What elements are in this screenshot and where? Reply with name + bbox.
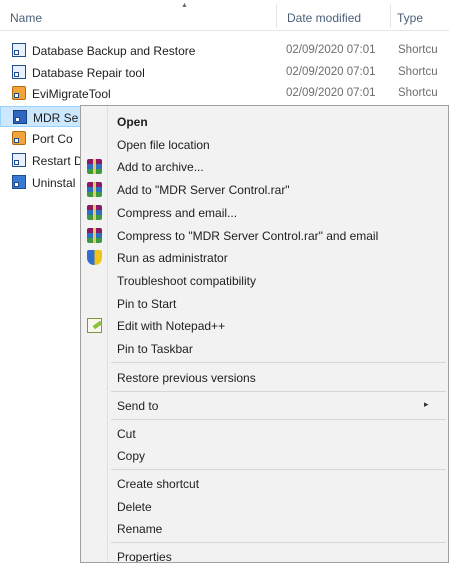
file-name: MDR Se [33, 111, 79, 125]
menu-item-label: Restore previous versions [117, 371, 256, 385]
file-type: Shortcu [398, 44, 438, 56]
menu-item-pin-to-start[interactable]: Pin to Start [81, 293, 448, 314]
app-shortcut-icon [12, 86, 26, 100]
uac-shield-icon [87, 250, 102, 265]
menu-item-open-file-location[interactable]: Open file location [81, 134, 448, 155]
menu-item-label: Add to "MDR Server Control.rar" [117, 183, 290, 197]
notepad-plus-plus-icon [87, 318, 102, 333]
menu-separator [111, 469, 446, 470]
menu-item-label: Create shortcut [117, 477, 200, 491]
menu-item-compress-and-email[interactable]: Compress and email... [81, 202, 448, 223]
menu-item-troubleshoot-compatibility[interactable]: Troubleshoot compatibility [81, 270, 448, 291]
menu-item-label: Compress to "MDR Server Control.rar" and… [117, 229, 379, 243]
shortcut-icon [12, 43, 26, 57]
menu-item-rename[interactable]: Rename [81, 518, 448, 539]
menu-item-send-to[interactable]: Send to ▸ [81, 395, 448, 416]
menu-item-label: Send to [117, 399, 159, 413]
file-row[interactable]: Database Backup and Restore 02/09/2020 0… [0, 40, 449, 61]
file-name: Restart D [32, 154, 83, 168]
column-header-name[interactable]: Name [10, 11, 42, 25]
menu-item-label: Run as administrator [117, 251, 228, 265]
file-date: 02/09/2020 07:01 [286, 44, 376, 56]
menu-item-run-as-administrator[interactable]: Run as administrator [81, 247, 448, 268]
file-name: Database Repair tool [32, 66, 145, 80]
menu-item-label: Pin to Taskbar [117, 342, 193, 356]
context-menu: Open Open file location Add to archive..… [80, 105, 449, 563]
column-header-bar: ▲ Name Date modified Type [0, 0, 449, 31]
menu-item-add-to-archive[interactable]: Add to archive... [81, 156, 448, 177]
menu-item-open[interactable]: Open [81, 111, 448, 132]
winrar-icon [87, 205, 102, 220]
file-name: EviMigrateTool [32, 87, 111, 101]
winrar-icon [87, 159, 102, 174]
column-divider[interactable] [390, 4, 391, 28]
menu-item-label: Open [117, 115, 148, 129]
menu-item-label: Copy [117, 449, 146, 463]
uninstall-shortcut-icon [12, 175, 26, 189]
app-shortcut-icon [12, 131, 26, 145]
menu-separator [111, 419, 446, 420]
file-date: 02/09/2020 07:01 [286, 66, 376, 78]
menu-item-properties[interactable]: Properties [81, 546, 448, 563]
menu-item-restore-previous-versions[interactable]: Restore previous versions [81, 367, 448, 388]
menu-item-add-to-rar[interactable]: Add to "MDR Server Control.rar" [81, 179, 448, 200]
menu-item-label: Delete [117, 500, 152, 514]
menu-item-label: Properties [117, 550, 172, 563]
shortcut-icon [12, 153, 26, 167]
file-row[interactable]: Database Repair tool 02/09/2020 07:01 Sh… [0, 62, 449, 83]
menu-item-label: Rename [117, 522, 163, 536]
file-name: Uninstal [32, 176, 76, 190]
menu-item-delete[interactable]: Delete [81, 496, 448, 517]
menu-item-create-shortcut[interactable]: Create shortcut [81, 473, 448, 494]
menu-item-label: Pin to Start [117, 297, 177, 311]
menu-item-label: Edit with Notepad++ [117, 319, 226, 333]
file-type: Shortcu [398, 66, 438, 78]
menu-item-label: Add to archive... [117, 160, 204, 174]
menu-item-edit-with-notepad[interactable]: Edit with Notepad++ [81, 315, 448, 336]
menu-item-copy[interactable]: Copy [81, 445, 448, 466]
shortcut-icon [12, 65, 26, 79]
menu-separator [111, 362, 446, 363]
file-name: Port Co [32, 132, 73, 146]
menu-item-label: Open file location [117, 138, 210, 152]
menu-item-label: Troubleshoot compatibility [117, 274, 256, 288]
menu-item-pin-to-taskbar[interactable]: Pin to Taskbar [81, 338, 448, 359]
file-date: 02/09/2020 07:01 [286, 87, 376, 99]
menu-item-label: Cut [117, 427, 136, 441]
winrar-icon [87, 228, 102, 243]
file-row[interactable]: EviMigrateTool 02/09/2020 07:01 Shortcu [0, 83, 449, 104]
column-header-date-modified[interactable]: Date modified [287, 11, 361, 25]
menu-item-label: Compress and email... [117, 206, 238, 220]
column-divider[interactable] [276, 4, 277, 28]
menu-item-cut[interactable]: Cut [81, 423, 448, 444]
menu-separator [111, 542, 446, 543]
column-header-type[interactable]: Type [397, 11, 423, 25]
winrar-icon [87, 182, 102, 197]
mdr-shortcut-icon [13, 110, 27, 124]
file-name: Database Backup and Restore [32, 44, 196, 58]
menu-separator [111, 391, 446, 392]
sort-ascending-icon: ▲ [181, 2, 188, 9]
file-type: Shortcu [398, 87, 438, 99]
submenu-arrow-icon: ▸ [424, 399, 429, 409]
menu-item-compress-to-rar-email[interactable]: Compress to "MDR Server Control.rar" and… [81, 225, 448, 246]
